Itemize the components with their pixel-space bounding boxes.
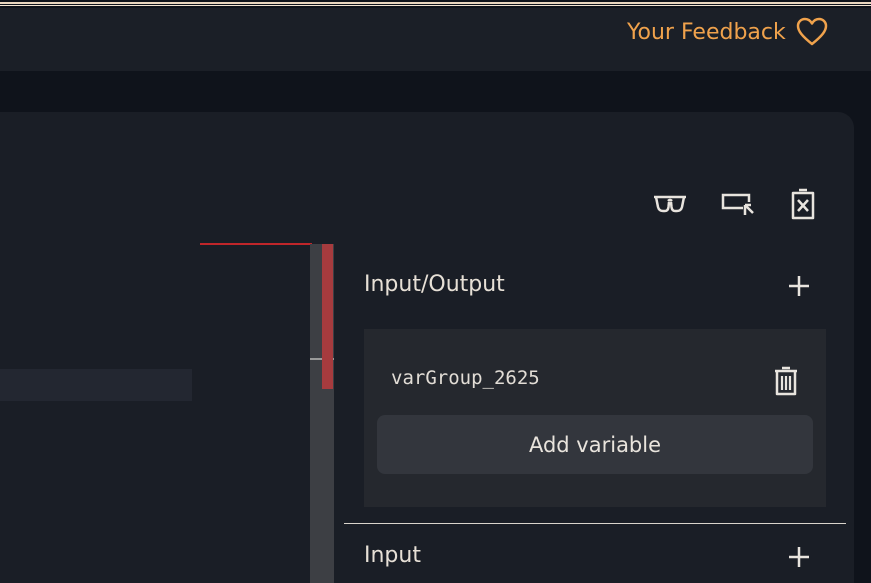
top-border-line [0,2,871,4]
trash-icon[interactable] [770,364,802,398]
top-border-line [0,5,871,6]
glasses-icon[interactable] [652,186,688,222]
top-border [0,0,871,8]
canvas-row [0,369,192,401]
cursor-select-icon[interactable] [719,186,755,222]
add-variable-button[interactable]: Add variable [377,415,813,474]
section-title-input-output: Input/Output [364,272,505,297]
section-title-input: Input [364,543,421,568]
feedback-button[interactable]: Your Feedback [627,17,828,47]
section-divider [344,523,846,524]
plus-icon[interactable] [785,543,813,571]
feedback-label: Your Feedback [627,19,786,45]
variable-group-name[interactable]: varGroup_2625 [391,367,540,389]
scrollbar-thumb[interactable] [322,244,333,389]
plus-icon[interactable] [785,272,813,300]
heart-icon [796,17,828,47]
delete-file-icon[interactable] [785,186,821,222]
connection-line [200,243,312,245]
